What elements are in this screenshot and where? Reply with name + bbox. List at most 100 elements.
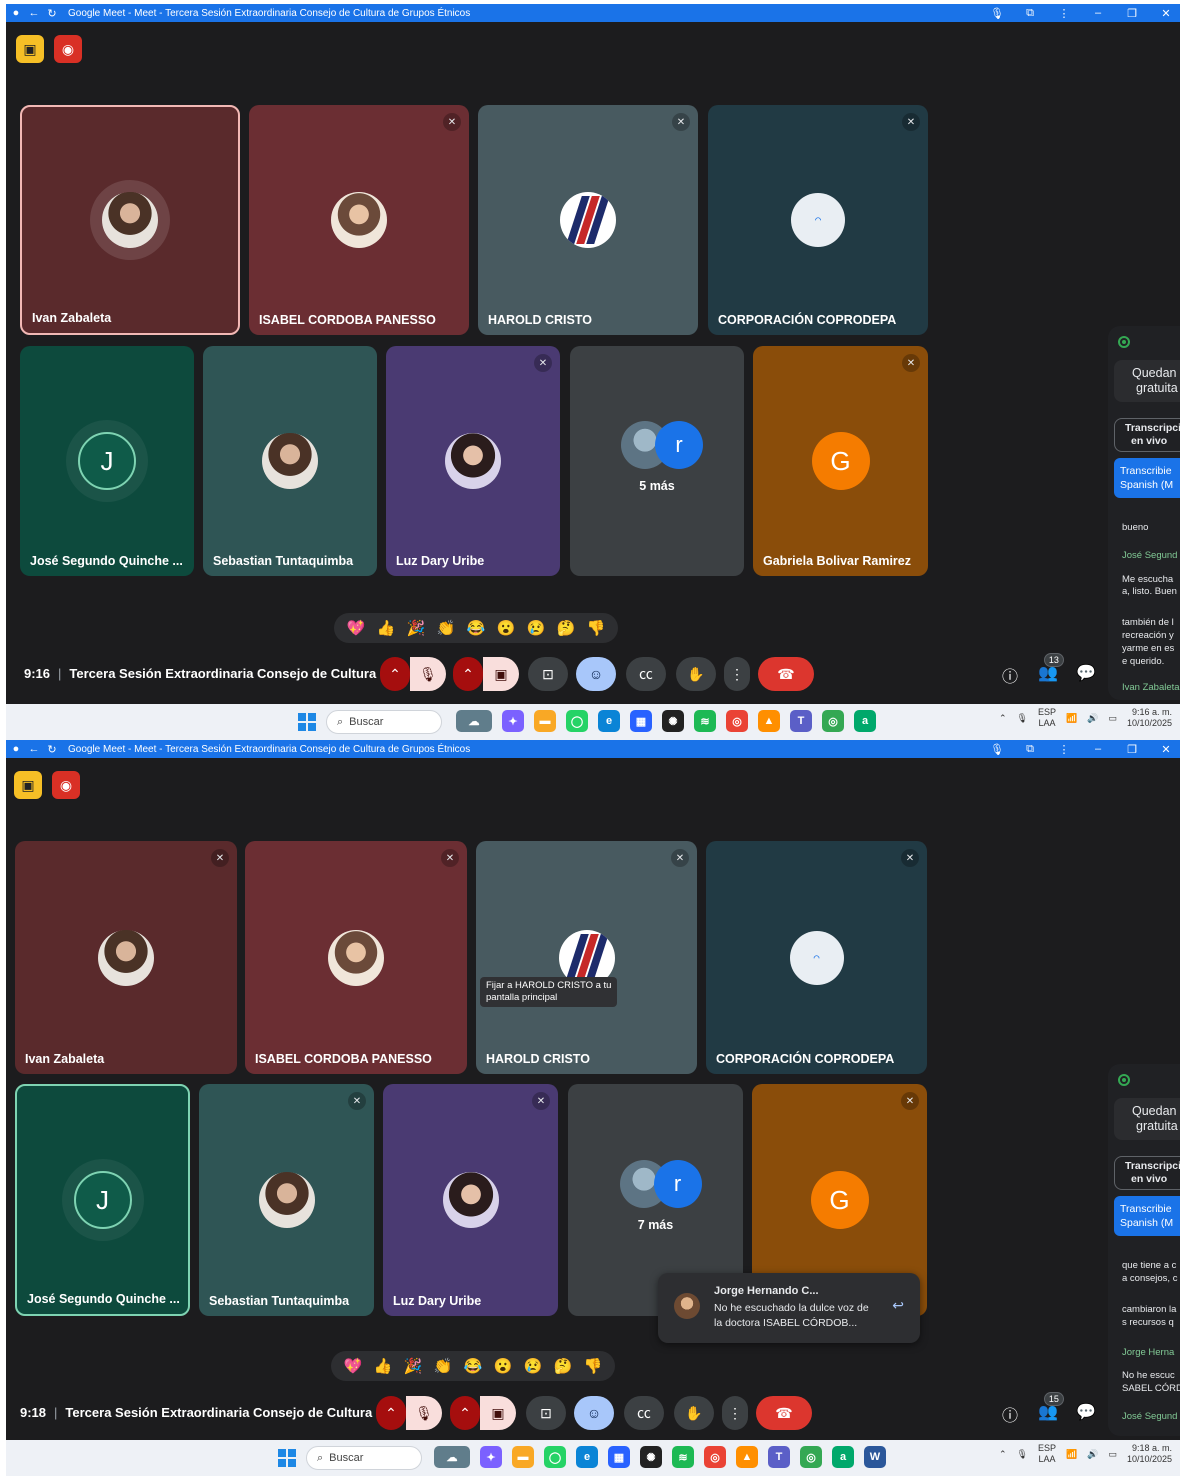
camera-off-indicator[interactable]: ▣ bbox=[16, 35, 44, 63]
copilot-icon[interactable]: ✦ bbox=[502, 710, 524, 732]
app-a-icon[interactable]: a bbox=[832, 1446, 854, 1468]
audio-options-button[interactable]: ⌃ bbox=[380, 657, 410, 691]
participant-tile[interactable]: ✕ HAROLD CRISTO bbox=[478, 105, 698, 335]
people-icon[interactable]: 👥 15 bbox=[1038, 1392, 1064, 1422]
more-options-button[interactable]: ⋮ bbox=[724, 657, 750, 691]
sad-icon[interactable]: 😢 bbox=[524, 619, 548, 637]
thinking-icon[interactable]: 🤔 bbox=[551, 1357, 575, 1375]
transcription-pill[interactable]: Transcripci en vivo bbox=[1114, 1156, 1180, 1190]
thumbs-up-icon[interactable]: 👍 bbox=[374, 619, 398, 637]
photos-icon[interactable]: ▲ bbox=[736, 1446, 758, 1468]
chevron-up-icon[interactable]: ⌃ bbox=[999, 713, 1007, 724]
photos-icon[interactable]: ▲ bbox=[758, 710, 780, 732]
store-icon[interactable]: ▦ bbox=[608, 1446, 630, 1468]
menu-icon[interactable]: ⋮ bbox=[1058, 743, 1070, 756]
surprised-icon[interactable]: 😮 bbox=[494, 619, 518, 637]
participant-tile[interactable]: ✕ Fijar a HAROLD CRISTO a tu pantalla pr… bbox=[476, 841, 697, 1074]
widgets-icon[interactable]: ☁ bbox=[434, 1446, 470, 1468]
party-icon[interactable]: 🎉 bbox=[401, 1357, 425, 1375]
battery-icon[interactable]: ▭ bbox=[1108, 1449, 1117, 1460]
mic-icon[interactable]: 🎙 bbox=[990, 7, 1004, 20]
volume-icon[interactable]: 🔊 bbox=[1087, 713, 1098, 724]
thumbs-down-icon[interactable]: 👎 bbox=[581, 1357, 605, 1375]
camera-toggle-button[interactable]: ▣ bbox=[480, 1396, 516, 1430]
laugh-icon[interactable]: 😂 bbox=[461, 1357, 485, 1375]
info-icon[interactable]: ⓘ bbox=[1002, 663, 1018, 687]
info-icon[interactable]: ⓘ bbox=[1002, 1402, 1018, 1426]
chevron-up-icon[interactable]: ⌃ bbox=[999, 1449, 1007, 1460]
raise-hand-button[interactable]: ✋ bbox=[676, 657, 716, 691]
participant-tile[interactable]: ✕ ◠ CORPORACIÓN COPRODEPA bbox=[708, 105, 928, 335]
battery-icon[interactable]: ▭ bbox=[1108, 713, 1117, 724]
clap-icon[interactable]: 👏 bbox=[431, 1357, 455, 1375]
participant-tile[interactable]: J José Segundo Quinche ... bbox=[15, 1084, 190, 1316]
file-explorer-icon[interactable]: ▬ bbox=[512, 1446, 534, 1468]
mic-icon[interactable]: 🎙 bbox=[990, 743, 1004, 756]
taskbar-search[interactable]: ⌕ Buscar bbox=[306, 1446, 422, 1470]
clap-icon[interactable]: 👏 bbox=[434, 619, 458, 637]
edge-icon[interactable]: e bbox=[598, 710, 620, 732]
reload-icon[interactable]: ↻ bbox=[46, 743, 58, 756]
close-icon[interactable]: ✕ bbox=[1160, 7, 1172, 20]
people-icon[interactable]: 👥 13 bbox=[1038, 653, 1064, 683]
thumbs-down-icon[interactable]: 👎 bbox=[584, 619, 608, 637]
participant-tile[interactable]: ✕ ISABEL CORDOBA PANESSO bbox=[245, 841, 467, 1074]
file-explorer-icon[interactable]: ▬ bbox=[534, 710, 556, 732]
chrome-profile-icon[interactable]: ◎ bbox=[800, 1446, 822, 1468]
sad-icon[interactable]: 😢 bbox=[521, 1357, 545, 1375]
camera-toggle-button[interactable]: ▣ bbox=[483, 657, 519, 691]
participant-tile[interactable]: ✕ Sebastian Tuntaquimba bbox=[199, 1084, 374, 1316]
teams-icon[interactable]: T bbox=[790, 710, 812, 732]
teams-icon[interactable]: T bbox=[768, 1446, 790, 1468]
audio-options-button[interactable]: ⌃ bbox=[376, 1396, 406, 1430]
app-a-icon[interactable]: a bbox=[854, 710, 876, 732]
mic-tray-icon[interactable]: 🎙 bbox=[1017, 1449, 1028, 1460]
transcription-pill[interactable]: Transcripci en vivo bbox=[1114, 418, 1180, 452]
reload-icon[interactable]: ↻ bbox=[46, 7, 58, 20]
camera-off-indicator[interactable]: ▣ bbox=[14, 771, 42, 799]
emoji-button[interactable]: ☺ bbox=[574, 1396, 614, 1430]
chrome-icon[interactable]: ◎ bbox=[704, 1446, 726, 1468]
restore-icon[interactable]: ❐ bbox=[1126, 743, 1138, 756]
recording-indicator[interactable]: ◉ bbox=[54, 35, 82, 63]
copilot-icon[interactable]: ✦ bbox=[480, 1446, 502, 1468]
video-options-button[interactable]: ⌃ bbox=[450, 1396, 480, 1430]
captions-button[interactable]: ㏄ bbox=[626, 657, 666, 691]
raise-hand-button[interactable]: ✋ bbox=[674, 1396, 714, 1430]
participant-tile[interactable]: ✕ Ivan Zabaleta bbox=[15, 841, 237, 1074]
minimize-icon[interactable]: – bbox=[1092, 743, 1104, 755]
surprised-icon[interactable]: 😮 bbox=[491, 1357, 515, 1375]
chrome-icon[interactable]: ◎ bbox=[726, 710, 748, 732]
mic-tray-icon[interactable]: 🎙 bbox=[1017, 713, 1028, 724]
store-icon[interactable]: ▦ bbox=[630, 710, 652, 732]
thinking-icon[interactable]: 🤔 bbox=[554, 619, 578, 637]
spotify-icon[interactable]: ≋ bbox=[672, 1446, 694, 1468]
participant-tile[interactable]: ✕ G Gabriela Bolivar Ramirez bbox=[753, 346, 928, 576]
participant-tile[interactable]: ✕ Luz Dary Uribe bbox=[383, 1084, 558, 1316]
chat-icon[interactable]: 💬 bbox=[1076, 1402, 1096, 1422]
extension-icon[interactable]: ⧉ bbox=[1024, 7, 1036, 20]
clock[interactable]: 9:16 a. m. 10/10/2025 bbox=[1127, 707, 1172, 729]
mic-toggle-button[interactable]: 🎙 bbox=[410, 657, 446, 691]
leave-call-button[interactable]: ☎ bbox=[756, 1396, 812, 1430]
widgets-icon[interactable]: ☁ bbox=[456, 710, 492, 732]
edge-icon[interactable]: e bbox=[576, 1446, 598, 1468]
participant-tile[interactable]: Ivan Zabaleta bbox=[20, 105, 240, 335]
more-options-button[interactable]: ⋮ bbox=[722, 1396, 748, 1430]
participant-tile[interactable]: J José Segundo Quinche ... bbox=[20, 346, 194, 576]
whatsapp-icon[interactable]: ◯ bbox=[544, 1446, 566, 1468]
thumbs-up-icon[interactable]: 👍 bbox=[371, 1357, 395, 1375]
more-participants-tile[interactable]: r 5 más bbox=[570, 346, 744, 576]
heart-icon[interactable]: 💖 bbox=[344, 619, 368, 637]
party-icon[interactable]: 🎉 bbox=[404, 619, 428, 637]
language-indicator[interactable]: ESP LAA bbox=[1038, 707, 1056, 729]
video-options-button[interactable]: ⌃ bbox=[453, 657, 483, 691]
participant-tile[interactable]: Sebastian Tuntaquimba bbox=[203, 346, 377, 576]
volume-icon[interactable]: 🔊 bbox=[1087, 1449, 1098, 1460]
participant-tile[interactable]: ✕ ISABEL CORDOBA PANESSO bbox=[249, 105, 469, 335]
chrome-profile-icon[interactable]: ◎ bbox=[822, 710, 844, 732]
participant-tile[interactable]: ✕ ◠ CORPORACIÓN COPRODEPA bbox=[706, 841, 927, 1074]
language-indicator[interactable]: ESP LAA bbox=[1038, 1443, 1056, 1465]
chat-notification[interactable]: Jorge Hernando C... No he escuchado la d… bbox=[658, 1273, 920, 1343]
laugh-icon[interactable]: 😂 bbox=[464, 619, 488, 637]
